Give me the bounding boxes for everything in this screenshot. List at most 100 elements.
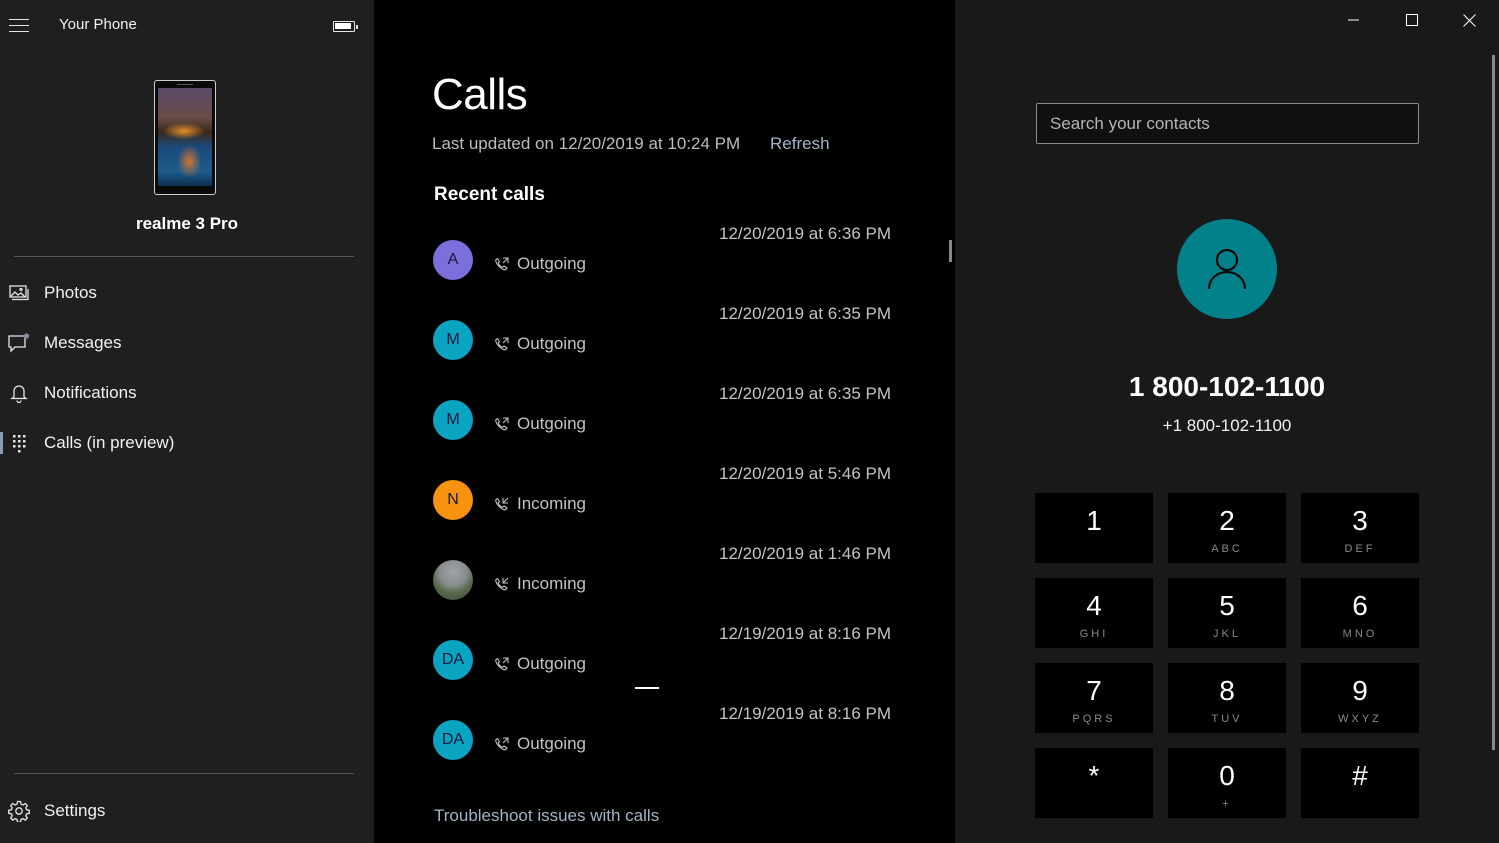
dialpad-key[interactable]: 7 PQRS: [1035, 663, 1153, 733]
call-type: Outgoing: [494, 734, 586, 754]
dialed-number-formatted: +1 800-102-1100: [1162, 416, 1292, 435]
call-list-item[interactable]: DA 12/19/2019 at 8:16 PM Outgoing: [374, 704, 934, 800]
dialpad-key[interactable]: 3 DEF: [1301, 493, 1419, 563]
key-digit: 4: [1086, 590, 1102, 621]
troubleshoot-link[interactable]: Troubleshoot issues with calls: [434, 806, 659, 826]
maximize-button[interactable]: [1384, 0, 1440, 40]
sidebar-item-photos[interactable]: Photos: [0, 271, 374, 315]
dialpad: 1 2 ABC 3 DEF 4 GHI 5 JKL 6 MNO 7 PQRS 8 TUV 9 WXYZ * 0 + #: [1035, 493, 1420, 818]
dialpad-key[interactable]: 5 JKL: [1168, 578, 1286, 648]
calls-scrollbar[interactable]: [949, 240, 952, 262]
key-digit: 0: [1219, 760, 1235, 791]
close-icon: [1462, 13, 1476, 27]
drag-indicator: [635, 687, 659, 689]
dialpad-key[interactable]: #: [1301, 748, 1419, 818]
contact-avatar: N: [433, 480, 473, 520]
sidebar: Your Phone realme 3 Pro Photos Messages: [0, 0, 374, 843]
photos-icon: [8, 282, 30, 304]
call-type-label: Outgoing: [517, 734, 586, 753]
hamburger-menu-icon[interactable]: [9, 18, 29, 32]
dialpad-key[interactable]: *: [1035, 748, 1153, 818]
call-timestamp: 12/20/2019 at 6:35 PM: [719, 304, 892, 323]
call-timestamp: 12/20/2019 at 6:35 PM: [719, 384, 892, 403]
dialpad-key[interactable]: 0 +: [1168, 748, 1286, 818]
call-type-label: Outgoing: [517, 254, 586, 273]
contact-avatar: M: [433, 320, 473, 360]
call-timestamp: 12/19/2019 at 8:16 PM: [719, 704, 892, 723]
key-letters: JKL: [1213, 628, 1241, 640]
dialpad-key[interactable]: 1: [1035, 493, 1153, 563]
sidebar-item-calls[interactable]: Calls (in preview): [0, 421, 374, 465]
dialpad-key[interactable]: 4 GHI: [1035, 578, 1153, 648]
key-digit: #: [1352, 760, 1368, 791]
sidebar-item-notifications[interactable]: Notifications: [0, 371, 374, 415]
contact-search-input[interactable]: [1036, 103, 1419, 144]
key-letters: PQRS: [1072, 713, 1116, 725]
outgoing-call-icon: [495, 256, 509, 270]
call-type-label: Incoming: [517, 494, 586, 513]
key-digit: *: [1088, 760, 1100, 791]
sidebar-item-messages[interactable]: Messages: [0, 321, 374, 365]
key-digit: 3: [1352, 505, 1368, 536]
outgoing-call-icon: [495, 336, 509, 350]
call-type: Incoming: [494, 494, 586, 514]
call-timestamp: 12/20/2019 at 5:46 PM: [719, 464, 892, 483]
contact-avatar: M: [433, 400, 473, 440]
person-icon: [1207, 248, 1247, 290]
maximize-icon: [1406, 14, 1418, 26]
call-type: Outgoing: [494, 654, 586, 674]
key-letters: ABC: [1211, 543, 1243, 555]
calls-panel: Calls Last updated on 12/20/2019 at 10:2…: [374, 0, 955, 843]
minimize-button[interactable]: [1326, 0, 1382, 40]
key-letters: TUV: [1211, 713, 1243, 725]
refresh-link[interactable]: Refresh: [770, 134, 830, 154]
dialpad-icon: [8, 432, 30, 454]
app-title: Your Phone: [59, 16, 137, 33]
call-type-label: Outgoing: [517, 414, 586, 433]
device-name: realme 3 Pro: [135, 214, 239, 233]
key-letters: +: [1222, 798, 1232, 810]
sidebar-item-label: Calls (in preview): [44, 433, 175, 452]
page-title: Calls: [432, 70, 528, 119]
sidebar-item-settings[interactable]: Settings: [0, 789, 374, 833]
dialpad-key[interactable]: 6 MNO: [1301, 578, 1419, 648]
contact-avatar: DA: [433, 640, 473, 680]
key-letters: MNO: [1342, 628, 1378, 640]
key-digit: 9: [1352, 675, 1368, 706]
call-type-label: Outgoing: [517, 654, 586, 673]
call-timestamp: 12/19/2019 at 8:16 PM: [719, 624, 892, 643]
contact-avatar: [433, 560, 473, 600]
key-digit: 6: [1352, 590, 1368, 621]
outgoing-call-icon: [495, 656, 509, 670]
dialer-scrollbar[interactable]: [1492, 55, 1495, 750]
dialpad-key[interactable]: 8 TUV: [1168, 663, 1286, 733]
key-digit: 5: [1219, 590, 1235, 621]
dialed-number: 1 800-102-1100: [1128, 371, 1326, 402]
minimize-icon: [1348, 19, 1359, 21]
key-digit: 1: [1086, 505, 1102, 536]
dialpad-key[interactable]: 9 WXYZ: [1301, 663, 1419, 733]
call-type: Incoming: [494, 574, 586, 594]
sidebar-item-label: Notifications: [44, 383, 137, 402]
contact-avatar: DA: [433, 720, 473, 760]
key-digit: 2: [1219, 505, 1235, 536]
settings-label: Settings: [44, 801, 106, 820]
key-letters: DEF: [1344, 543, 1376, 555]
outgoing-call-icon: [495, 736, 509, 750]
bell-icon: [8, 382, 30, 404]
sidebar-item-label: Photos: [44, 283, 97, 302]
dialpad-key[interactable]: 2 ABC: [1168, 493, 1286, 563]
call-type-label: Incoming: [517, 574, 586, 593]
battery-full-icon: [333, 21, 358, 32]
key-digit: 7: [1086, 675, 1102, 706]
call-timestamp: 12/20/2019 at 6:36 PM: [719, 224, 892, 243]
sidebar-item-label: Messages: [44, 333, 122, 352]
message-icon: [8, 332, 30, 354]
key-letters: GHI: [1079, 628, 1109, 640]
incoming-call-icon: [495, 577, 509, 590]
close-button[interactable]: [1441, 0, 1497, 40]
call-type-label: Outgoing: [517, 334, 586, 353]
last-updated-text: Last updated on 12/20/2019 at 10:24 PM: [432, 134, 741, 153]
key-digit: 8: [1219, 675, 1235, 706]
outgoing-call-icon: [495, 416, 509, 430]
